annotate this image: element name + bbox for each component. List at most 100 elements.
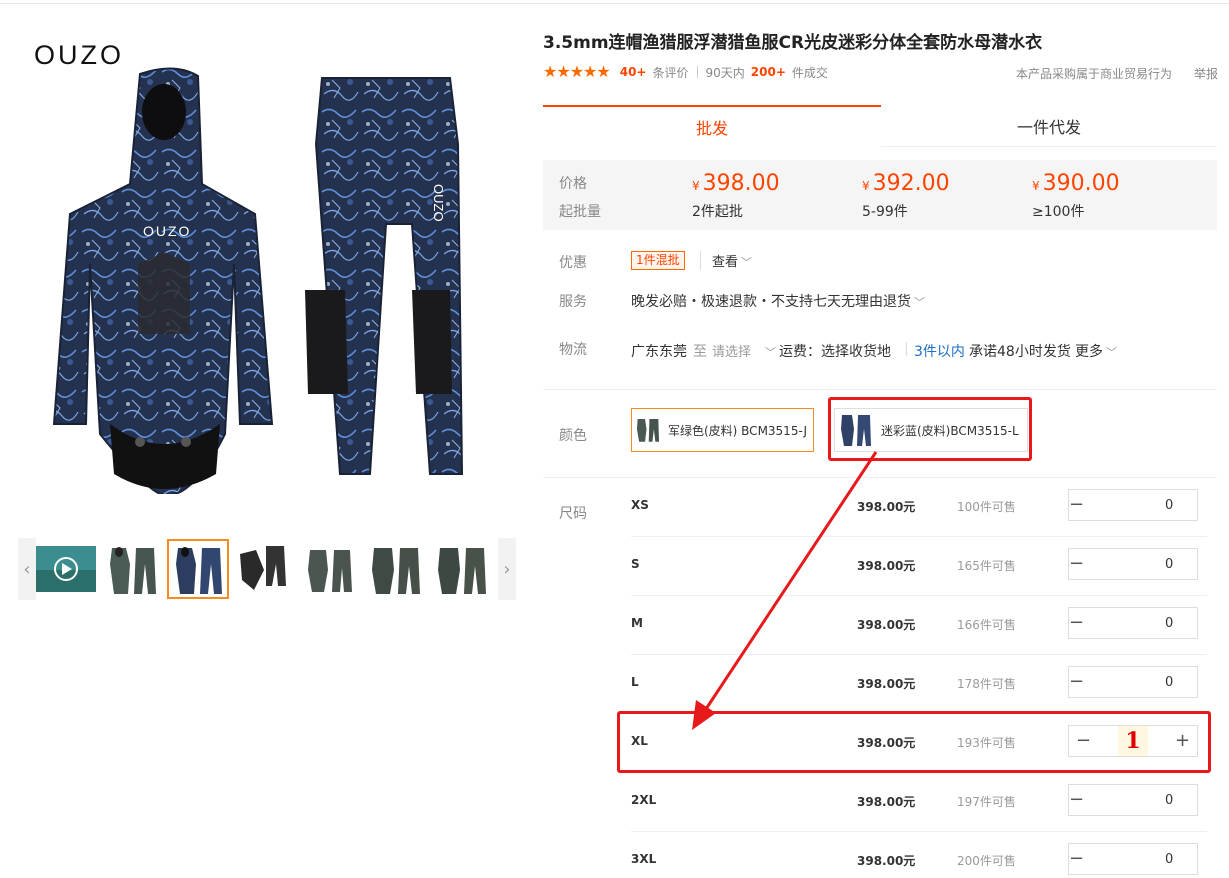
tier-price: ¥390.00 xyxy=(1032,171,1120,196)
size-row: XL 398.00元 193件可售 − + xyxy=(631,714,1207,773)
decrement-button[interactable]: − xyxy=(1069,726,1098,756)
size-row: S 398.00元 165件可售 − + xyxy=(631,537,1229,596)
review-count[interactable]: 40+ xyxy=(620,65,647,79)
quantity-input[interactable] xyxy=(1118,726,1148,756)
quantity-input[interactable] xyxy=(1084,608,1229,638)
size-availability: 200件可售 xyxy=(957,854,1016,868)
rating-row: ★ ★ ★ ★ ★ 40+ 条评价 90天内 200+ 件成交 xyxy=(543,63,828,81)
thumbnail[interactable] xyxy=(234,540,294,598)
color-label: 颜色 xyxy=(559,428,587,444)
size-availability: 178件可售 xyxy=(957,677,1016,691)
video-thumbnail[interactable] xyxy=(36,540,96,598)
chevron-down-icon: ﹀ xyxy=(914,296,925,309)
size-name: XS xyxy=(631,498,649,512)
decrement-button[interactable]: − xyxy=(1069,844,1084,874)
divider: | xyxy=(904,341,909,357)
quantity-stepper: − + xyxy=(1068,489,1229,521)
quantity-stepper: − + xyxy=(1068,784,1229,816)
sales-count: 200+ xyxy=(750,65,786,79)
size-availability: 197件可售 xyxy=(957,795,1016,809)
quantity-stepper: − + xyxy=(1068,607,1229,639)
quantity-input[interactable] xyxy=(1084,844,1229,874)
chevron-down-icon: ﹀ xyxy=(1106,346,1117,359)
quantity-input[interactable] xyxy=(1084,785,1229,815)
size-availability: 193件可售 xyxy=(957,736,1016,750)
size-name: 3XL xyxy=(631,852,657,866)
quantity-stepper: − + xyxy=(1068,666,1229,698)
size-price: 398.00元 xyxy=(857,795,916,809)
tier-price: ¥398.00 xyxy=(692,171,780,196)
ship-promise: 承诺48小时发货 xyxy=(969,344,1071,360)
divider xyxy=(696,66,698,78)
size-name: M xyxy=(631,616,643,630)
size-row: M 398.00元 166件可售 − + xyxy=(631,596,1229,655)
destination-select[interactable]: 请选择 ﹀ xyxy=(712,341,776,360)
size-row: XS 398.00元 100件可售 − + xyxy=(631,478,1229,537)
freight-info[interactable]: 运费：选择收货地 xyxy=(779,341,891,361)
arrow-right-icon[interactable]: › xyxy=(498,538,516,600)
quantity-input[interactable] xyxy=(1084,490,1229,520)
commercial-note: 本产品采购属于商业贸易行为 xyxy=(1016,67,1173,81)
top-divider xyxy=(0,3,1229,4)
color-thumbnail xyxy=(636,418,660,442)
size-price: 398.00元 xyxy=(857,854,916,868)
star-icon: ★ xyxy=(583,62,597,81)
star-icon: ★ xyxy=(569,62,584,81)
tab-wholesale[interactable]: 批发 xyxy=(543,105,881,147)
chevron-down-icon: ﹀ xyxy=(765,346,777,359)
size-row: 3XL 398.00元 200件可售 − + xyxy=(631,832,1229,878)
quantity-stepper: − + xyxy=(1068,548,1229,580)
product-title: 3.5mm连帽渔猎服浮潜猎鱼服CR光皮迷彩分体全套防水母潜水衣 xyxy=(543,33,1043,53)
decrement-button[interactable]: − xyxy=(1069,785,1084,815)
size-availability: 165件可售 xyxy=(957,559,1016,573)
origin: 广东东莞 xyxy=(631,344,687,360)
service-text[interactable]: 晚发必赔・极速退款・不支持七天无理由退货 ﹀ xyxy=(631,291,925,311)
thumbnail[interactable] xyxy=(167,539,229,599)
size-price: 398.00元 xyxy=(857,618,916,632)
increment-button[interactable]: + xyxy=(1168,726,1197,756)
tier-qty: 2件起批 xyxy=(692,204,743,220)
thumbnail[interactable] xyxy=(366,540,426,598)
size-row: 2XL 398.00元 197件可售 − + xyxy=(631,773,1229,832)
size-name: L xyxy=(631,675,639,689)
size-name: XL xyxy=(631,734,648,748)
size-price: 398.00元 xyxy=(857,500,916,514)
quantity-stepper: − + xyxy=(1068,725,1198,757)
arrow-left-icon[interactable]: ‹ xyxy=(18,538,36,600)
star-icon: ★ xyxy=(543,62,557,81)
size-label: 尺码 xyxy=(559,506,587,522)
ship-qty-highlight: 3件以内 xyxy=(914,344,965,360)
more-link[interactable]: 更多 ﹀ xyxy=(1075,341,1117,361)
thumbnail[interactable] xyxy=(432,540,492,598)
size-price: 398.00元 xyxy=(857,677,916,691)
thumbnail[interactable] xyxy=(300,540,360,598)
size-row: L 398.00元 178件可售 − + xyxy=(631,655,1229,714)
tab-dropship[interactable]: 一件代发 xyxy=(881,105,1217,147)
promo-tag: 1件混批 xyxy=(631,251,685,270)
report-link[interactable]: 举报 xyxy=(1194,65,1218,82)
size-name: S xyxy=(631,557,640,571)
thumbnail[interactable] xyxy=(102,540,162,598)
decrement-button[interactable]: − xyxy=(1069,608,1084,638)
decrement-button[interactable]: − xyxy=(1069,490,1084,520)
review-label[interactable]: 条评价 xyxy=(652,64,688,81)
size-availability: 166件可售 xyxy=(957,618,1016,632)
color-option-blue[interactable]: 迷彩蓝(皮料)BCM3515-L xyxy=(834,408,1028,452)
svg-text:OUZO: OUZO xyxy=(431,184,446,222)
quantity-input[interactable] xyxy=(1084,549,1229,579)
size-price: 398.00元 xyxy=(857,736,916,750)
promo-view-link[interactable]: 查看 ﹀ xyxy=(700,251,752,270)
service-label: 服务 xyxy=(559,294,587,310)
sales-label: 件成交 xyxy=(791,65,828,80)
tier-price: ¥392.00 xyxy=(862,171,950,196)
chevron-down-icon: ﹀ xyxy=(741,256,753,269)
decrement-button[interactable]: − xyxy=(1069,667,1084,697)
color-thumbnail xyxy=(841,415,871,446)
svg-text:OUZO: OUZO xyxy=(143,223,191,239)
quantity-input[interactable] xyxy=(1084,667,1229,697)
color-option-green[interactable]: 军绿色(皮料) BCM3515-J xyxy=(631,408,814,452)
logistics-label: 物流 xyxy=(559,342,587,358)
decrement-button[interactable]: − xyxy=(1069,549,1084,579)
size-name: 2XL xyxy=(631,793,657,807)
star-icon: ★ xyxy=(556,62,570,81)
